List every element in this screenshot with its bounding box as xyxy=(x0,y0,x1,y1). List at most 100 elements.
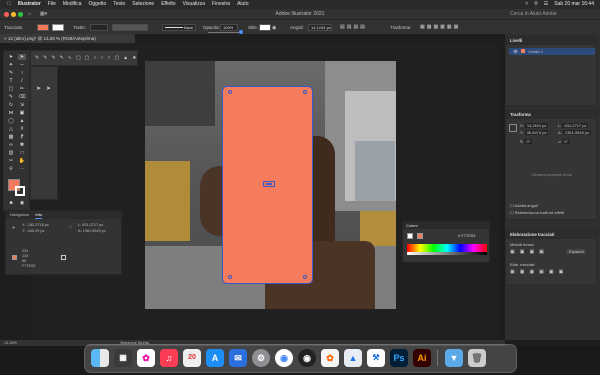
tool-options-icons[interactable]: ✎✎✎✎∿▢▢○○○▢▲★ xyxy=(35,55,141,61)
color-grayscale-bar[interactable] xyxy=(407,252,487,255)
menu-app[interactable]: Illustrator xyxy=(18,0,41,9)
app-store-icon[interactable]: A xyxy=(206,349,224,367)
color-panel-stroke[interactable] xyxy=(417,233,423,239)
tab-navigatore[interactable]: Navigatore xyxy=(10,211,29,219)
transform-y-value[interactable]: 36,8474 px xyxy=(524,130,549,135)
shape-builder-icon[interactable]: ◯ xyxy=(7,118,15,124)
transform-x-value[interactable]: 14,2611 px xyxy=(524,123,549,128)
selection-tool-icon[interactable]: ➤ xyxy=(7,54,15,60)
align-icons[interactable]: ▤▤▤▤ xyxy=(340,24,367,30)
close-tab-icon[interactable]: × xyxy=(4,36,7,41)
document-tab[interactable]: × 12 (altro).png* @ 13,28 % (RGB/Antepri… xyxy=(0,34,135,43)
scale-corners-row[interactable]: ☐ Adatta angoli xyxy=(510,203,538,208)
photos-icon[interactable]: ✿ xyxy=(137,349,155,367)
width-tool-icon[interactable]: ⋈ xyxy=(7,110,15,116)
calendar-icon[interactable]: 20 xyxy=(183,349,201,367)
color-spectrum[interactable] xyxy=(407,244,487,252)
artboard-tool-icon[interactable]: □ xyxy=(18,150,26,156)
variable-width-profile[interactable] xyxy=(112,24,148,31)
graphic-style-swatch[interactable] xyxy=(259,24,271,31)
color-mode-icon[interactable]: ■ xyxy=(7,200,15,206)
layer-name[interactable]: Livello 1 xyxy=(528,49,543,54)
scale-strokes-row[interactable]: ☐ Ridimensiona tratti ed effetti xyxy=(510,210,564,215)
layer-row[interactable]: 👁 Livello 1 xyxy=(509,48,595,55)
mail-icon[interactable]: ✉ xyxy=(229,349,247,367)
mesh-tool-icon[interactable]: # xyxy=(18,126,26,132)
trash-icon[interactable]: 🗑 xyxy=(468,349,486,367)
menu-selezione[interactable]: Selezione xyxy=(132,0,154,9)
graph-tool-icon[interactable]: ▥ xyxy=(7,150,15,156)
direct-selection-tool-icon[interactable]: ➤ xyxy=(18,54,26,60)
blend-tool-icon[interactable]: ∞ xyxy=(7,142,15,148)
brush-definition[interactable]: Base xyxy=(162,24,196,31)
transform-h-value[interactable]: 1361,9549 px xyxy=(562,130,592,135)
recolor-icon[interactable]: ◉ xyxy=(272,25,276,31)
line-tool-icon[interactable]: / xyxy=(18,78,26,84)
magic-wand-icon[interactable]: ✦ xyxy=(7,62,15,68)
chrome-icon[interactable]: ◉ xyxy=(275,349,293,367)
type-tool-icon[interactable]: T xyxy=(7,78,15,84)
expand-button[interactable]: Espandi xyxy=(566,249,587,254)
finder-icon[interactable] xyxy=(91,349,109,367)
perspective-grid-icon[interactable]: △ xyxy=(7,126,15,132)
transform-link[interactable]: Trasforma xyxy=(390,24,410,31)
zoom-tool-icon[interactable]: ⚲ xyxy=(7,166,15,172)
downloads-folder-icon[interactable]: ▼ xyxy=(445,349,463,367)
pinned-direct-selection-icon[interactable]: ➤ xyxy=(46,85,51,92)
corner-widget-br[interactable] xyxy=(303,275,307,279)
pathfinder-buttons[interactable]: ▣▣▣▣▣▣ xyxy=(510,269,568,275)
eraser-tool-icon[interactable]: ⌫ xyxy=(18,94,26,100)
workspace-switcher-icon[interactable]: ▦▾ xyxy=(40,9,47,19)
github-icon[interactable]: ◉ xyxy=(298,349,316,367)
gradient-tool-icon[interactable]: ▩ xyxy=(7,134,15,140)
corner-widget-tr[interactable] xyxy=(303,90,307,94)
photoshop-icon[interactable]: Ps xyxy=(390,349,408,367)
fill-swatch[interactable] xyxy=(37,24,49,31)
pen-tool-icon[interactable]: ✎ xyxy=(7,70,15,76)
live-paint-icon[interactable]: ▲ xyxy=(18,118,26,124)
illustrator-icon[interactable]: Ai xyxy=(413,349,431,367)
color-panel-fill[interactable] xyxy=(407,233,413,239)
shape-mode-buttons[interactable]: ▣▣▣▣ xyxy=(510,249,549,255)
control-center-icon[interactable]: ☰ xyxy=(544,0,548,9)
scale-tool-icon[interactable]: ⇲ xyxy=(18,102,26,108)
menubar-datetime[interactable]: Sab 20 mar 16:44 xyxy=(554,0,594,9)
drawing-mode-icon[interactable]: ◉ xyxy=(18,200,26,206)
menu-modifica[interactable]: Modifica xyxy=(63,0,82,9)
pinned-selection-icon[interactable]: ➤ xyxy=(36,85,41,92)
rotate-tool-icon[interactable]: ↻ xyxy=(7,102,15,108)
menu-effetto[interactable]: Effetto xyxy=(161,0,175,9)
wifi-icon[interactable]: ≈ xyxy=(525,0,528,9)
opacity-slider-track[interactable] xyxy=(208,32,242,33)
lasso-icon[interactable]: ∽ xyxy=(18,62,26,68)
vectornator-icon[interactable]: ✿ xyxy=(321,349,339,367)
corners-label[interactable]: Angoli: xyxy=(290,24,304,31)
home-icon[interactable]: ⌂ xyxy=(28,9,31,19)
transform-angle-value[interactable]: 0° xyxy=(524,139,533,144)
free-transform-icon[interactable]: ▣ xyxy=(18,110,26,116)
symbol-sprayer-icon[interactable]: ✽ xyxy=(18,142,26,148)
music-icon[interactable]: ♫ xyxy=(160,349,178,367)
close-window-button[interactable] xyxy=(4,12,9,17)
menu-oggetto[interactable]: Oggetto xyxy=(89,0,107,9)
menu-aiuto[interactable]: Aiuto xyxy=(237,0,248,9)
minimize-window-button[interactable] xyxy=(11,12,16,17)
launchpad-icon[interactable]: ▦ xyxy=(114,349,132,367)
affinity-icon[interactable]: ▲ xyxy=(344,349,362,367)
arrange-icons[interactable]: ▦▦▦▦▦▦ xyxy=(420,24,460,30)
stroke-weight-field[interactable] xyxy=(90,24,108,31)
opacity-slider-thumb[interactable] xyxy=(239,30,243,34)
apple-icon[interactable]:  xyxy=(7,0,11,9)
opacity-label[interactable]: Opacità: xyxy=(203,24,220,31)
stroke-swatch[interactable] xyxy=(52,24,64,31)
slice-tool-icon[interactable]: ✂ xyxy=(7,158,15,164)
color-panel-hex[interactable]: F77E53 xyxy=(461,233,475,238)
menu-testo[interactable]: Testo xyxy=(113,0,125,9)
system-preferences-icon[interactable]: ⚙ xyxy=(252,349,270,367)
corner-widget-bl[interactable] xyxy=(228,275,232,279)
rectangle-tool-icon[interactable]: ▢ xyxy=(7,86,15,92)
zoom-window-button[interactable] xyxy=(18,12,23,17)
transform-shear-value[interactable]: 0° xyxy=(562,139,571,144)
help-search[interactable]: Cerca in Aiuto Adobe xyxy=(510,9,557,19)
artboard[interactable] xyxy=(145,61,396,309)
